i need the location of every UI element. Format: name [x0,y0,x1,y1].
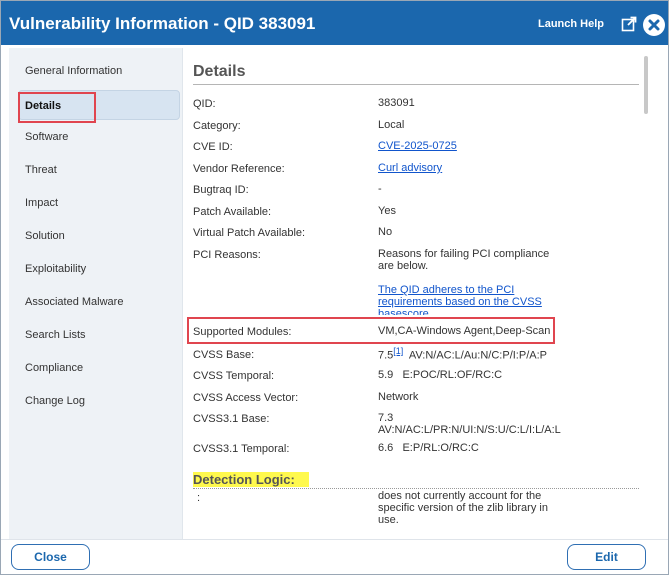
cvss-base-vector: AV:N/AC:L/Au:N/C:P/I:P/A:P [408,349,547,362]
cvss31-base-score: 7.3 [378,412,394,424]
cvss-base-ref-link[interactable]: [1] [393,346,403,356]
sidebar-item-change-log[interactable]: Change Log [9,386,183,416]
pci-reasons-label: PCI Reasons: [193,249,261,261]
bugtraq-id-label: Bugtraq ID: [193,184,249,196]
sidebar-item-compliance[interactable]: Compliance [9,353,183,383]
bugtraq-id-value: - [378,183,382,195]
supported-modules-label: Supported Modules: [193,326,292,338]
category-value: Local [378,119,405,131]
dialog-title: Vulnerability Information - QID 383091 [9,14,316,33]
category-label: Category: [193,120,241,132]
pci-reasons-value: Reasons for failing PCI compliance are b… [378,248,550,272]
vulnerability-dialog: Vulnerability Information - QID 383091 L… [0,0,669,575]
cvss31-base-value: 7.3 AV:N/AC:L/PR:N/UI:N/S:U/C:L/I:L/A:L [378,412,561,436]
vendor-reference-label: Vendor Reference: [193,163,285,175]
virtual-patch-label: Virtual Patch Available: [193,227,306,239]
sidebar-nav: General Information Details Software Thr… [9,48,183,539]
cve-id-label: CVE ID: [193,141,233,153]
content-scrollbar[interactable] [644,56,648,114]
cvss31-temporal-score: 6.6 [378,442,394,454]
edit-button[interactable]: Edit [567,544,646,570]
cvss-access-vector-label: CVSS Access Vector: [193,392,299,404]
sidebar-item-associated-malware[interactable]: Associated Malware [9,287,183,317]
vendor-reference-link[interactable]: Curl advisory [378,162,442,174]
cvss31-temporal-label: CVSS3.1 Temporal: [193,443,290,455]
cvss-temporal-vector: E:POC/RL:OF/RC:C [402,369,503,381]
sidebar-item-threat[interactable]: Threat [9,155,183,185]
cvss-temporal-label: CVSS Temporal: [193,370,275,382]
detection-logic-label: : [197,492,201,504]
close-icon[interactable] [643,14,665,36]
popout-icon[interactable] [621,16,637,32]
details-panel: Details QID: 383091 Category: Local CVE … [183,48,643,539]
title-bar: Vulnerability Information - QID 383091 L… [1,1,668,45]
qid-label: QID: [193,98,216,110]
cvss31-temporal-vector: E:P/RL:O/RC:C [402,442,479,454]
cvss31-temporal-value: 6.6 E:P/RL:O/RC:C [378,442,479,454]
cvss-temporal-score: 5.9 [378,369,394,381]
details-section-title: Details [193,63,246,80]
sidebar-item-general-information[interactable]: General Information [9,56,183,86]
sidebar-item-impact[interactable]: Impact [9,188,183,218]
close-button[interactable]: Close [11,544,90,570]
section-divider [193,84,639,85]
patch-available-label: Patch Available: [193,206,272,218]
sidebar-item-software[interactable]: Software [9,122,183,152]
sidebar-item-search-lists[interactable]: Search Lists [9,320,183,350]
cvss-access-vector-value: Network [378,391,419,403]
launch-help-link[interactable]: Launch Help [538,18,604,30]
pci-compliance-link[interactable]: The QID adheres to the PCI requirements … [378,284,558,315]
qid-value: 383091 [378,97,415,109]
detection-logic-title: Detection Logic: [193,472,309,487]
patch-available-value: Yes [378,205,396,217]
dialog-footer: Close Edit [1,539,668,575]
detection-logic-text: does not currently account for the speci… [378,490,548,526]
sidebar-item-exploitability[interactable]: Exploitability [9,254,183,284]
detection-logic-divider [193,488,639,489]
sidebar-item-solution[interactable]: Solution [9,221,183,251]
virtual-patch-value: No [378,226,393,238]
sidebar-item-details[interactable]: Details [18,90,180,120]
cvss-base-label: CVSS Base: [193,349,255,361]
cvss31-base-label: CVSS3.1 Base: [193,413,270,425]
cvss-base-value: 7.5[1] AV:N/AC:L/Au:N/C:P/I:P/A:P [378,346,547,362]
cve-id-link[interactable]: CVE-2025-0725 [378,140,457,152]
supported-modules-value: VM,CA-Windows Agent,Deep-Scan [378,325,551,337]
cvss31-base-vector: AV:N/AC:L/PR:N/UI:N/S:U/C:L/I:L/A:L [378,424,561,436]
cvss-temporal-value: 5.9 E:POC/RL:OF/RC:C [378,369,502,381]
cvss-base-score: 7.5 [378,349,394,362]
